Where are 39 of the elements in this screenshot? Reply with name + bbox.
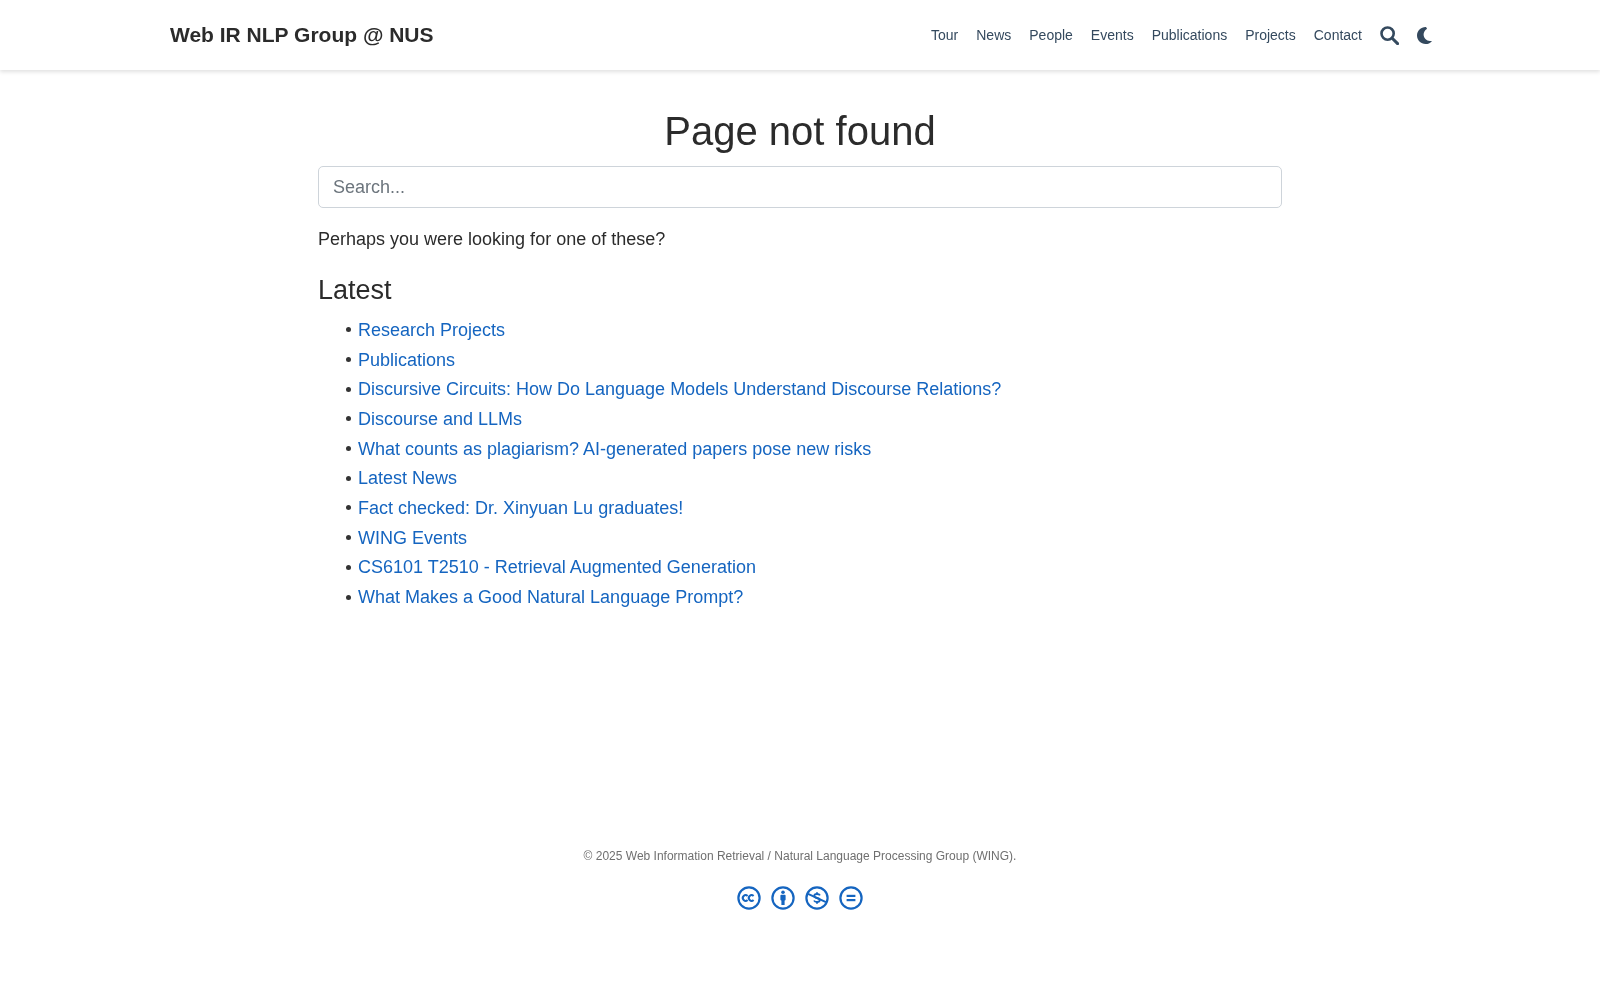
equals-icon[interactable] [839, 886, 863, 910]
latest-link[interactable]: Publications [358, 347, 456, 372]
page-title: Page not found [663, 108, 937, 155]
nav-link[interactable]: Projects [1245, 27, 1296, 43]
nav-link[interactable]: Contact [1313, 27, 1362, 43]
site-title-link[interactable]: Web IR NLP Group @ NUS [170, 23, 434, 47]
latest-link[interactable]: WING Events [358, 525, 468, 550]
latest-link[interactable]: Research Projects [358, 317, 506, 342]
nav-link[interactable]: Publications [1151, 27, 1228, 43]
no-dollar-icon[interactable] [805, 886, 829, 910]
suggestion-text: Perhaps you were looking for one of these? [318, 228, 667, 251]
nav-link[interactable]: Events [1090, 27, 1134, 43]
latest-link[interactable]: Latest News [358, 466, 458, 491]
latest-link[interactable]: What counts as plagiarism? AI-generated papers pose new risks [358, 436, 872, 461]
bullet-icon [346, 594, 351, 600]
bullet-icon [346, 446, 351, 452]
person-icon[interactable] [771, 886, 795, 910]
copyright-text: © 2025 Web Information Retrieval / Natural Language Processing Group (WING). [583, 848, 1017, 865]
bullet-icon [346, 357, 351, 363]
bullet-icon [346, 386, 351, 392]
bullet-icon [346, 416, 351, 422]
moon-icon[interactable] [1417, 26, 1432, 44]
latest-link[interactable]: Discourse and LLMs [358, 406, 523, 431]
bullet-icon [346, 475, 351, 481]
creative-commons-icon[interactable] [737, 886, 761, 910]
bullet-icon [346, 564, 351, 570]
bullet-icon [346, 535, 351, 541]
bullet-icon [346, 505, 351, 511]
section-heading: Latest [318, 274, 393, 307]
latest-link[interactable]: CS6101 T2510 - Retrieval Augmented Generation [358, 555, 756, 580]
nav-link[interactable]: News [976, 27, 1012, 43]
search-icon[interactable] [1380, 25, 1399, 45]
bullet-icon [346, 327, 351, 333]
nav-link[interactable]: Tour [931, 27, 959, 43]
search-field[interactable]: Search... [318, 166, 1282, 208]
latest-link[interactable]: What Makes a Good Natural Language Prompt? [358, 585, 744, 610]
latest-link[interactable]: Discursive Circuits: How Do Language Models Understand Discourse Relations? [358, 377, 1002, 402]
latest-link[interactable]: Fact checked: Dr. Xinyuan Lu graduates! [358, 495, 684, 520]
nav-link[interactable]: People [1029, 27, 1073, 43]
